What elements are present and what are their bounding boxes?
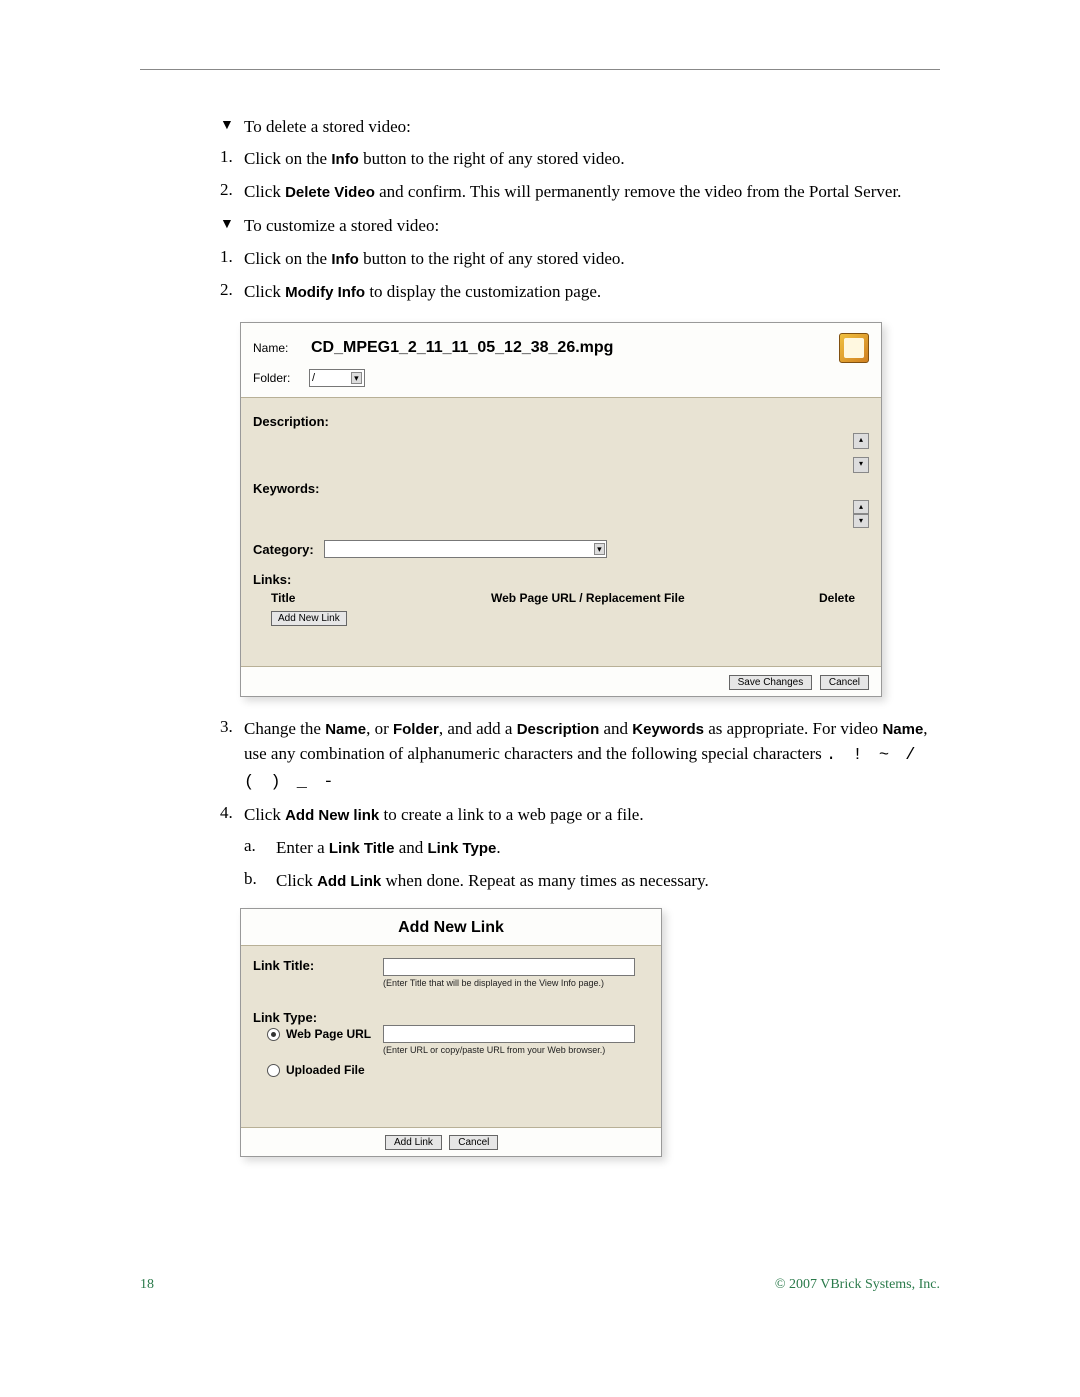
add-new-link-button[interactable]: Add New Link <box>271 611 347 626</box>
triangle-down-icon: ▼ <box>220 214 244 236</box>
links-col-delete: Delete <box>819 591 869 605</box>
links-label: Links: <box>253 572 869 587</box>
modify-info-dialog: Name: CD_MPEG1_2_11_11_05_12_38_26.mpg F… <box>240 322 882 697</box>
dialog-title: Add New Link <box>241 909 661 946</box>
description-textarea[interactable]: ▴ ▾ <box>253 433 869 473</box>
url-hint: (Enter URL or copy/paste URL from your W… <box>383 1045 649 1055</box>
link-title-hint: (Enter Title that will be displayed in t… <box>383 978 649 988</box>
chevron-down-icon: ▾ <box>351 372 362 384</box>
scroll-down-icon[interactable]: ▾ <box>853 514 869 528</box>
add-link-button[interactable]: Add Link <box>385 1135 442 1150</box>
category-select[interactable]: ▾ <box>324 540 607 558</box>
list-letter: b. <box>220 869 272 889</box>
step4-text: Click Add New link to create a link to a… <box>244 803 940 828</box>
step4b-text: Click Add Link when done. Repeat as many… <box>272 869 940 894</box>
step4a-text: Enter a Link Title and Link Type. <box>272 836 940 861</box>
name-value: CD_MPEG1_2_11_11_05_12_38_26.mpg <box>311 339 613 357</box>
list-letter: a. <box>220 836 272 856</box>
keywords-textarea[interactable]: ▴ ▾ <box>253 500 869 528</box>
cancel-button[interactable]: Cancel <box>820 675 869 690</box>
scroll-down-icon[interactable]: ▾ <box>853 457 869 473</box>
copyright: © 2007 VBrick Systems, Inc. <box>775 1277 940 1293</box>
radio-web-page-url[interactable] <box>267 1028 280 1041</box>
folder-label: Folder: <box>253 371 309 385</box>
delete-step1: Click on the Info button to the right of… <box>244 147 940 172</box>
cancel-button[interactable]: Cancel <box>449 1135 498 1150</box>
scroll-up-icon[interactable]: ▴ <box>853 433 869 449</box>
folder-value: / <box>312 372 315 384</box>
scroll-up-icon[interactable]: ▴ <box>853 500 869 514</box>
triangle-down-icon: ▼ <box>220 115 244 137</box>
add-new-link-dialog: Add New Link Link Title: (Enter Title th… <box>240 908 662 1157</box>
radio-file-label: Uploaded File <box>286 1063 365 1077</box>
list-number: 2. <box>220 280 244 300</box>
description-label: Description: <box>253 414 869 429</box>
list-number: 4. <box>220 803 244 823</box>
name-label: Name: <box>253 341 309 355</box>
link-title-label: Link Title: <box>253 958 383 973</box>
links-col-url: Web Page URL / Replacement File <box>491 591 819 605</box>
page-number: 18 <box>140 1277 154 1293</box>
list-number: 2. <box>220 180 244 200</box>
category-label: Category: <box>253 542 314 557</box>
link-type-label: Link Type: <box>253 1010 383 1025</box>
keywords-label: Keywords: <box>253 481 869 496</box>
list-number: 3. <box>220 717 244 737</box>
radio-uploaded-file[interactable] <box>267 1064 280 1077</box>
list-number: 1. <box>220 147 244 167</box>
delete-heading: To delete a stored video: <box>244 115 940 140</box>
customize-step2: Click Modify Info to display the customi… <box>244 280 940 305</box>
delete-step2: Click Delete Video and confirm. This wil… <box>244 180 940 205</box>
header-rule <box>140 69 940 70</box>
chevron-down-icon: ▾ <box>594 543 605 555</box>
save-changes-button[interactable]: Save Changes <box>729 675 813 690</box>
radio-url-label: Web Page URL <box>286 1027 371 1041</box>
video-file-icon <box>839 333 869 363</box>
customize-step1: Click on the Info button to the right of… <box>244 247 940 272</box>
link-title-input[interactable] <box>383 958 635 976</box>
list-number: 1. <box>220 247 244 267</box>
folder-select[interactable]: / ▾ <box>309 369 365 387</box>
url-input[interactable] <box>383 1025 635 1043</box>
step3-text: Change the Name, or Folder, and add a De… <box>244 717 940 795</box>
customize-heading: To customize a stored video: <box>244 214 940 239</box>
links-col-title: Title <box>253 591 491 605</box>
